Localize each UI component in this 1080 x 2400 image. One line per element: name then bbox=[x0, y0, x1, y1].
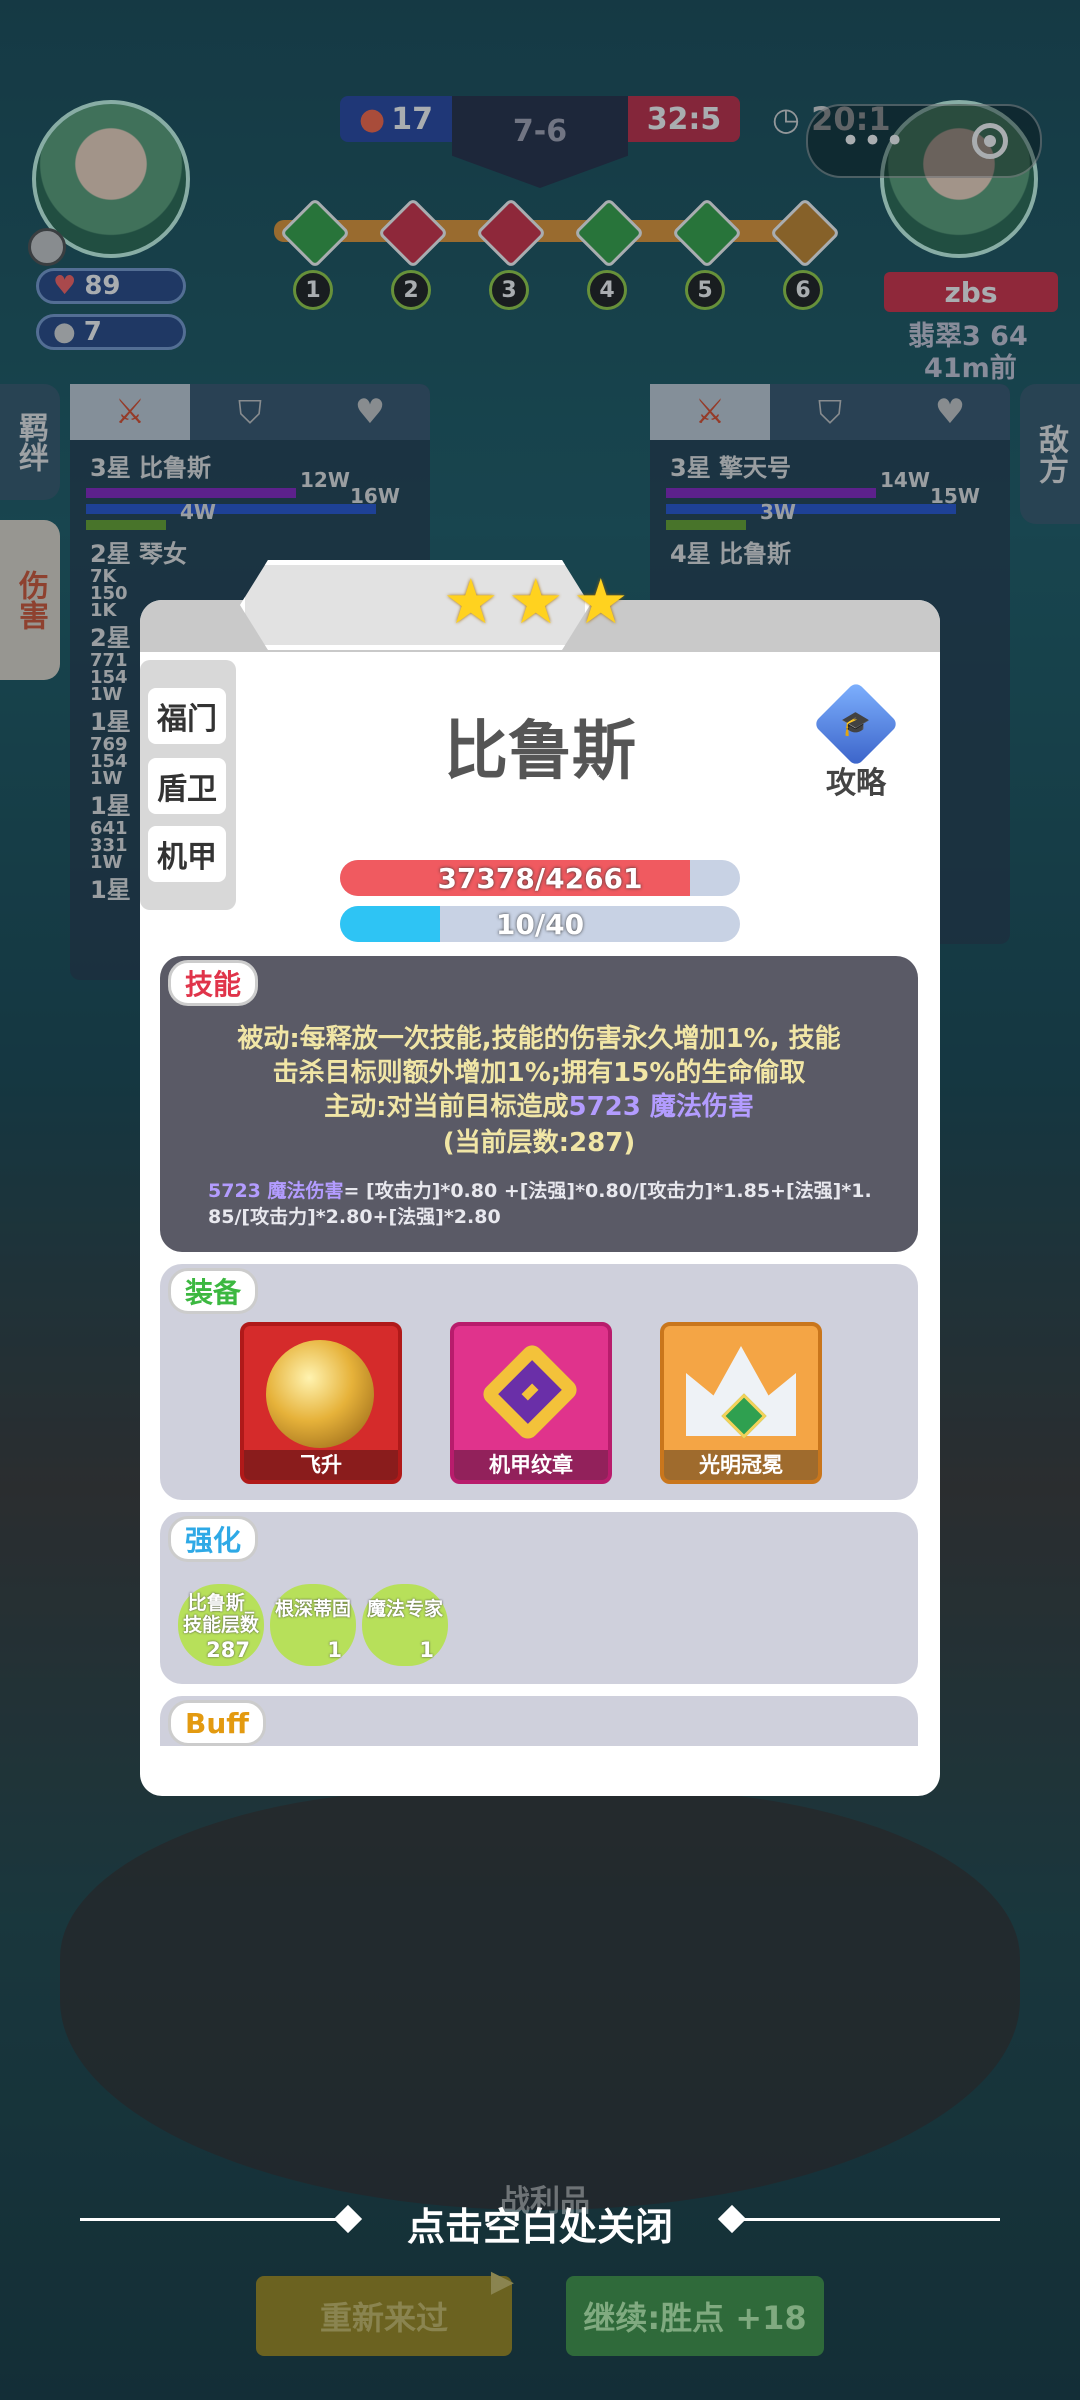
mana-bar: 10/40 bbox=[340, 906, 740, 942]
enhance-chip-value: 1 bbox=[419, 1638, 434, 1662]
enhance-chip-value: 287 bbox=[206, 1638, 250, 1662]
enhance-chip[interactable]: 比鲁斯_技能层数 287 bbox=[178, 1584, 264, 1666]
equipment-item-mech-emblem[interactable]: 机甲纹章 bbox=[450, 1322, 612, 1484]
enhance-chip-value: 1 bbox=[327, 1638, 342, 1662]
skill-formula: 5723 魔法伤害= [攻击力]*0.80 +[法强]*0.80/[攻击力]*1… bbox=[208, 1178, 888, 1230]
close-hint-line-right bbox=[720, 2218, 1000, 2221]
hp-bar: 37378/42661 bbox=[340, 860, 740, 896]
video-icon: ▶ bbox=[490, 2264, 514, 2299]
buff-label: Buff bbox=[168, 1700, 266, 1746]
hp-text: 37378/42661 bbox=[437, 861, 643, 895]
skill-section: 技能 被动:每释放一次技能,技能的伤害永久增加1%, 技能 击杀目标则额外增加1… bbox=[160, 956, 918, 1252]
enhance-chip-name: 根深蒂固 bbox=[274, 1598, 351, 1620]
enhance-chip-name: 魔法专家 bbox=[366, 1598, 443, 1620]
trait-tab-1[interactable]: 福门 bbox=[148, 688, 226, 744]
formula-line-2: 85/[攻击力]*2.80+[法强]*2.80 bbox=[208, 1206, 501, 1228]
enhance-label: 强化 bbox=[168, 1516, 259, 1562]
skill-line-1: 被动:每释放一次技能,技能的伤害永久增加1%, 技能 bbox=[237, 1024, 841, 1054]
graduation-cap-icon: 🎓 bbox=[813, 681, 899, 767]
equipment-item-radiant-crown[interactable]: 光明冠冕 bbox=[660, 1322, 822, 1484]
close-hint-line-left bbox=[80, 2218, 360, 2221]
guide-button[interactable]: 🎓 攻略 bbox=[800, 681, 912, 801]
enhance-chip[interactable]: 根深蒂固 1 bbox=[270, 1584, 356, 1666]
equipment-item-name: 机甲纹章 bbox=[454, 1450, 608, 1480]
retry-button[interactable]: 重新来过 ▶ bbox=[256, 2264, 514, 2356]
equipment-item-name: 光明冠冕 bbox=[664, 1450, 818, 1480]
trait-tab-2[interactable]: 盾卫 bbox=[148, 758, 226, 814]
emblem-icon bbox=[479, 1341, 581, 1443]
equipment-item-name: 飞升 bbox=[244, 1450, 398, 1480]
skill-line-4: (当前层数:287) bbox=[442, 1128, 636, 1158]
mana-text: 10/40 bbox=[495, 907, 585, 941]
star-icon: ★ bbox=[443, 565, 499, 638]
guide-label: 攻略 bbox=[826, 766, 886, 801]
formula-value: 5723 魔法伤害 bbox=[208, 1180, 344, 1202]
close-hint[interactable]: 点击空白处关闭 bbox=[380, 2196, 700, 2251]
equipment-item-ascend[interactable]: 飞升 bbox=[240, 1322, 402, 1484]
golden-orb-icon bbox=[266, 1340, 374, 1448]
buff-section: Buff bbox=[160, 1696, 918, 1746]
skill-damage-value: 5723 魔法伤害 bbox=[568, 1092, 754, 1122]
retry-label: 重新来过 bbox=[319, 2299, 448, 2337]
continue-label: 继续:胜点 +18 bbox=[583, 2299, 807, 2337]
star-icon: ★ bbox=[573, 565, 629, 638]
skill-active-prefix: 主动:对当前目标造成 bbox=[324, 1092, 569, 1122]
hero-name: 比鲁斯 bbox=[444, 715, 636, 789]
formula-rest: = [攻击力]*0.80 +[法强]*0.80/[攻击力]*1.85+[法强]*… bbox=[343, 1180, 872, 1202]
star-icon: ★ bbox=[508, 565, 564, 638]
continue-button[interactable]: 继续:胜点 +18 bbox=[566, 2276, 824, 2356]
equipment-label: 装备 bbox=[168, 1268, 259, 1314]
skill-label: 技能 bbox=[168, 960, 259, 1006]
enhance-chip-name: 比鲁斯_技能层数 bbox=[182, 1592, 259, 1636]
trait-tab-3[interactable]: 机甲 bbox=[148, 826, 226, 882]
skill-line-3: 主动:对当前目标造成5723 魔法伤害 bbox=[160, 1086, 918, 1123]
skill-line-2: 击杀目标则额外增加1%;拥有15%的生命偷取 bbox=[272, 1058, 806, 1088]
enhance-chip[interactable]: 魔法专家 1 bbox=[362, 1584, 448, 1666]
